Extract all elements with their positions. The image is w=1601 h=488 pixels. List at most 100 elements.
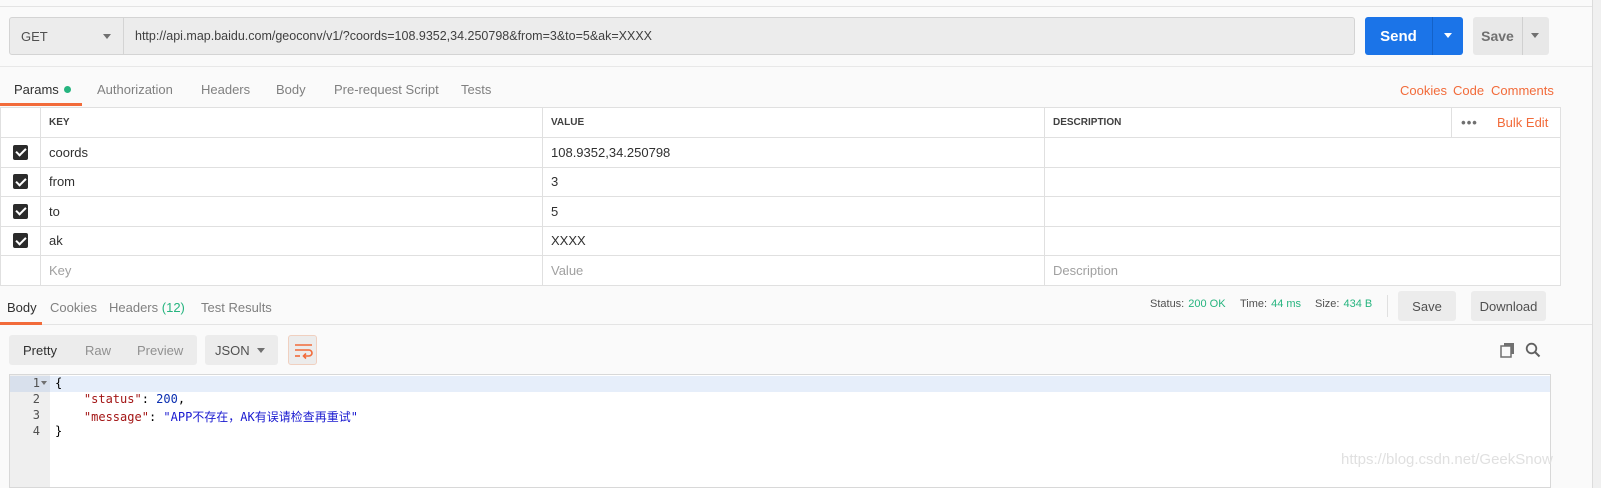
new-key-input[interactable]: Key bbox=[40, 256, 542, 285]
checkbox-checked-icon[interactable] bbox=[13, 233, 28, 249]
method-label: GET bbox=[21, 28, 48, 44]
code-line: { bbox=[55, 376, 62, 390]
line-number: 1 bbox=[32, 376, 40, 390]
header-value: VALUE bbox=[542, 108, 1044, 137]
table-row: to 5 bbox=[0, 197, 1561, 227]
table-row: from 3 bbox=[0, 167, 1561, 197]
row-checkbox-cell bbox=[0, 197, 40, 226]
url-input[interactable]: http://api.map.baidu.com/geoconv/v1/?coo… bbox=[124, 18, 1354, 54]
headers-count-badge: (12) bbox=[161, 300, 185, 315]
bulk-edit-link[interactable]: Bulk Edit bbox=[1497, 108, 1548, 137]
code-line: "message": "APP不存在，AK有误请检查再重试" bbox=[83, 410, 358, 424]
save-options-button[interactable] bbox=[1522, 17, 1549, 55]
time-readout: Time: 44 ms bbox=[1240, 298, 1301, 310]
json-open-brace: { bbox=[55, 376, 63, 390]
chevron-down-icon bbox=[1531, 33, 1539, 38]
table-header: KEY VALUE DESCRIPTION ••• Bulk Edit bbox=[0, 108, 1561, 138]
param-value: 5 bbox=[551, 203, 559, 219]
mode-raw[interactable]: Raw bbox=[85, 335, 111, 365]
new-description-input[interactable]: Description bbox=[1044, 256, 1561, 285]
param-description-input[interactable] bbox=[1044, 138, 1561, 167]
param-key-input[interactable]: coords bbox=[40, 138, 542, 167]
tab-params[interactable]: Params bbox=[14, 82, 71, 97]
code-line: "status": 200, bbox=[83, 392, 186, 406]
param-value: 108.9352,34.250798 bbox=[551, 144, 671, 160]
time-value: 44 ms bbox=[1271, 298, 1302, 310]
copy-icon[interactable] bbox=[1500, 342, 1516, 358]
download-button[interactable]: Download bbox=[1471, 291, 1546, 321]
method-select[interactable]: GET bbox=[10, 18, 124, 54]
active-dot-icon bbox=[63, 86, 71, 93]
tab-test-results[interactable]: Test Results bbox=[201, 300, 272, 315]
save-response-button[interactable]: Save bbox=[1398, 291, 1456, 321]
response-tabs: Body Cookies Headers (12) Test Results S… bbox=[0, 285, 1592, 325]
request-url-bar: GET http://api.map.baidu.com/geoconv/v1/… bbox=[9, 17, 1355, 55]
save-button-group: Save bbox=[1473, 17, 1549, 55]
mode-preview[interactable]: Preview bbox=[137, 335, 183, 365]
json-number: 200 bbox=[156, 392, 178, 406]
tab-response-cookies[interactable]: Cookies bbox=[50, 300, 97, 315]
tab-authorization[interactable]: Authorization bbox=[97, 82, 173, 97]
format-label: JSON bbox=[215, 342, 250, 358]
mode-pretty[interactable]: Pretty bbox=[23, 335, 57, 365]
description-placeholder: Description bbox=[1053, 262, 1119, 278]
response-body-editor[interactable]: 1 2 3 4 { "status": 200, "message": "APP… bbox=[9, 374, 1551, 488]
save-request-button[interactable]: Save bbox=[1473, 17, 1522, 55]
time-label: Time: bbox=[1240, 298, 1268, 310]
param-description-input[interactable] bbox=[1044, 226, 1561, 255]
tab-params-label: Params bbox=[14, 82, 59, 97]
param-value-input[interactable]: 5 bbox=[542, 197, 1044, 226]
send-button-group: Send bbox=[1365, 17, 1463, 55]
param-key-input[interactable]: from bbox=[40, 167, 542, 196]
param-key: from bbox=[49, 174, 75, 190]
param-value-input[interactable]: XXXX bbox=[542, 226, 1044, 255]
fold-arrow-icon[interactable] bbox=[41, 381, 47, 385]
comments-link[interactable]: Comments bbox=[1491, 83, 1554, 98]
new-value-input[interactable]: Value bbox=[542, 256, 1044, 285]
param-key-input[interactable]: ak bbox=[40, 226, 542, 255]
row-checkbox-cell bbox=[0, 226, 40, 255]
view-mode-toggle: Pretty Raw Preview bbox=[9, 335, 197, 365]
status-label: Status: bbox=[1150, 298, 1185, 310]
tab-pre-request-script[interactable]: Pre-request Script bbox=[334, 82, 439, 97]
tab-response-body[interactable]: Body bbox=[7, 300, 37, 315]
table-row: coords 108.9352,34.250798 bbox=[0, 138, 1561, 168]
param-value-input[interactable]: 108.9352,34.250798 bbox=[542, 138, 1044, 167]
tab-body[interactable]: Body bbox=[276, 82, 306, 97]
chevron-down-icon bbox=[103, 34, 111, 39]
code-link[interactable]: Code bbox=[1453, 83, 1484, 98]
cookies-link[interactable]: Cookies bbox=[1400, 83, 1447, 98]
param-value: 3 bbox=[551, 174, 559, 190]
param-value: XXXX bbox=[551, 233, 586, 249]
send-options-button[interactable] bbox=[1432, 17, 1463, 55]
checkbox-checked-icon[interactable] bbox=[13, 174, 28, 190]
active-line-highlight bbox=[10, 376, 1550, 392]
chevron-down-icon bbox=[257, 348, 265, 353]
value-placeholder: Value bbox=[551, 262, 584, 278]
table-row-new: Key Value Description bbox=[0, 256, 1561, 286]
tab-tests[interactable]: Tests bbox=[461, 82, 491, 97]
more-options-icon[interactable]: ••• bbox=[1451, 108, 1487, 137]
wrap-lines-button[interactable] bbox=[288, 335, 317, 365]
active-tab-indicator bbox=[0, 322, 42, 325]
top-divider bbox=[0, 0, 1592, 7]
param-value-input[interactable]: 3 bbox=[542, 167, 1044, 196]
tab-headers[interactable]: Headers bbox=[201, 82, 250, 97]
search-icon[interactable] bbox=[1525, 342, 1541, 358]
wrap-lines-icon bbox=[295, 344, 313, 360]
divider bbox=[1387, 295, 1388, 317]
json-key: "message" bbox=[83, 410, 149, 424]
checkbox-checked-icon[interactable] bbox=[13, 144, 28, 160]
param-key-input[interactable]: to bbox=[40, 197, 542, 226]
row-checkbox-cell bbox=[0, 167, 40, 196]
tab-response-headers[interactable]: Headers (12) bbox=[109, 300, 185, 315]
checkbox-checked-icon[interactable] bbox=[13, 203, 28, 219]
param-description-input[interactable] bbox=[1044, 167, 1561, 196]
format-select[interactable]: JSON bbox=[205, 335, 278, 365]
param-key: to bbox=[49, 203, 60, 219]
param-description-input[interactable] bbox=[1044, 197, 1561, 226]
send-button[interactable]: Send bbox=[1365, 17, 1432, 55]
row-checkbox-cell bbox=[0, 138, 40, 167]
size-value: 434 B bbox=[1343, 298, 1373, 310]
request-tabs: Params Authorization Headers Body Pre-re… bbox=[0, 66, 1592, 106]
